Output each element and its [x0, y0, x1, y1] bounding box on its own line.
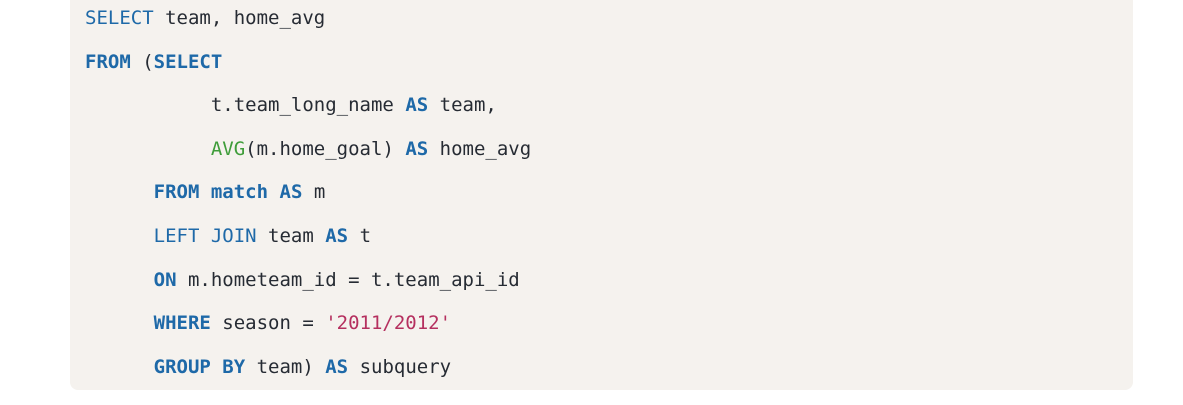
code-line-9: GROUP BY team) AS subquery — [85, 352, 451, 382]
code-token-kw: AS — [325, 355, 349, 378]
code-line-8: WHERE season = '2011/2012' — [85, 308, 451, 338]
code-token-kw: GROUP BY — [153, 355, 246, 378]
code-token-kw: AS — [279, 181, 303, 204]
code-token-kw: FROM — [85, 50, 131, 73]
code-token-plain: team) — [245, 355, 326, 378]
code-token-kw: AS — [325, 225, 349, 247]
code-token-kw: FROM — [153, 181, 200, 204]
code-token-kw-light: LEFT JOIN — [153, 225, 257, 247]
code-line-2: FROM (SELECT — [85, 47, 222, 77]
code-token-plain: m.hometeam_id = t.team_api_id — [176, 268, 520, 291]
code-token-plain: team — [256, 225, 326, 247]
code-line-4: AVG(m.home_goal) AS home_avg — [85, 134, 531, 164]
code-line-6: LEFT JOIN team AS t — [85, 221, 371, 251]
code-token-kw-light: SELECT — [85, 7, 154, 29]
code-token-kw: match — [210, 181, 269, 204]
code-token-kw: AS — [405, 94, 429, 117]
code-token-plain: team, home_avg — [153, 7, 326, 29]
code-token-plain: t.team_long_name — [210, 94, 406, 117]
code-token-plain: m — [302, 181, 326, 204]
code-token-plain: (m.home_goal) — [245, 137, 406, 160]
code-token-plain: subquery — [348, 355, 452, 378]
code-token-kw: AS — [405, 137, 429, 160]
code-token-fn: AVG — [210, 137, 246, 160]
code-token-plain: season = — [210, 312, 326, 335]
code-token-plain: ( — [130, 50, 154, 73]
code-token-plain: t — [348, 225, 372, 247]
code-token-str: '2011/2012' — [325, 312, 452, 335]
code-token-kw: ON — [153, 268, 177, 291]
code-token-kw: WHERE — [153, 312, 211, 335]
code-line-3: t.team_long_name AS team, — [85, 90, 497, 120]
code-line-7: ON m.hometeam_id = t.team_api_id — [85, 265, 520, 295]
code-token-plain: home_avg — [428, 137, 532, 160]
code-token-kw: SELECT — [153, 50, 223, 73]
code-token-plain: team, — [428, 94, 497, 117]
code-line-1: SELECT team, home_avg — [85, 3, 325, 33]
code-line-5: FROM match AS m — [85, 177, 326, 207]
